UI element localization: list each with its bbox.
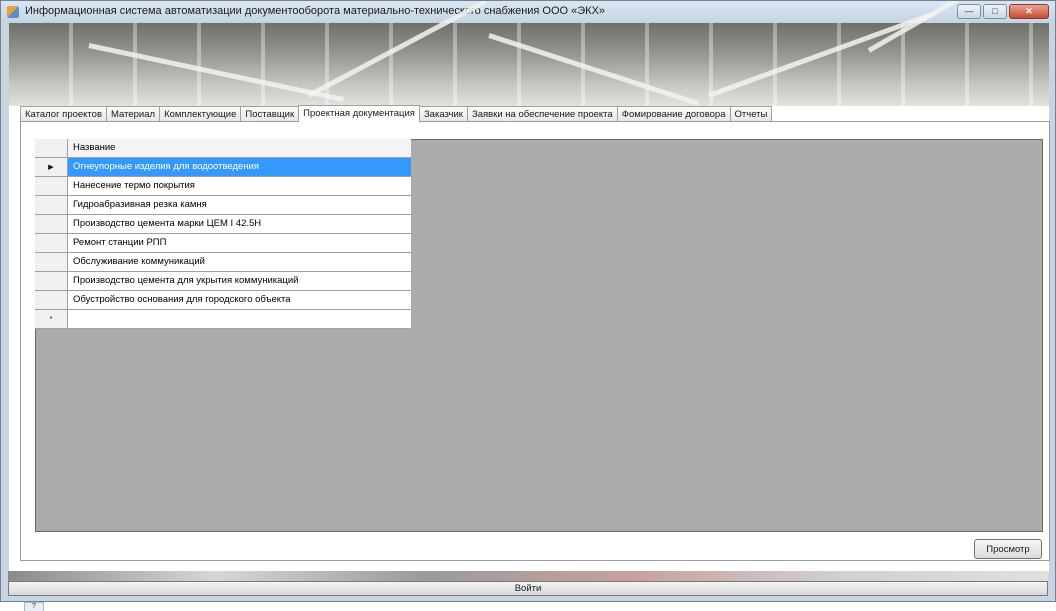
cell-name[interactable]: Производство цемента для укрытия коммуни… xyxy=(68,272,411,290)
table-row[interactable]: Ремонт станции РПП xyxy=(35,234,411,253)
cell-name[interactable]: Ремонт станции РПП xyxy=(68,234,411,252)
table-row[interactable]: Обустройство основания для городского об… xyxy=(35,291,411,310)
table-row[interactable]: Производство цемента для укрытия коммуни… xyxy=(35,272,411,291)
row-header-cell[interactable] xyxy=(35,272,68,290)
cell-name[interactable]: Производство цемента марки ЦЕМ I 42.5Н xyxy=(68,215,411,233)
tab-3[interactable]: Поставщик xyxy=(240,106,300,121)
tab-8[interactable]: Отчеты xyxy=(729,106,773,121)
tab-7[interactable]: Фомирование договора xyxy=(616,106,731,121)
cell-name[interactable]: Нанесение термо покрытия xyxy=(68,177,411,195)
table-row[interactable]: Производство цемента марки ЦЕМ I 42.5Н xyxy=(35,215,411,234)
tab-5[interactable]: Заказчик xyxy=(418,106,468,121)
maximize-button[interactable]: □ xyxy=(983,4,1007,19)
column-header-name[interactable]: Название xyxy=(68,139,411,157)
row-header-cell[interactable] xyxy=(35,215,68,233)
maximize-icon: □ xyxy=(992,6,998,16)
view-button[interactable]: Просмотр xyxy=(974,539,1042,559)
close-icon: ✕ xyxy=(1025,6,1033,16)
cell-name[interactable]: Гидроабразивная резка камня xyxy=(68,196,411,214)
tab-6[interactable]: Заявки на обеспечение проекта xyxy=(466,106,618,121)
close-button[interactable]: ✕ xyxy=(1009,4,1049,19)
footer-banner-image xyxy=(8,571,1048,581)
cell-name[interactable]: Обслуживание коммуникаций xyxy=(68,253,411,271)
row-header-cell[interactable] xyxy=(35,234,68,252)
row-header-cell[interactable]: * xyxy=(35,310,68,328)
tab-1[interactable]: Материал xyxy=(106,106,161,121)
cell-name[interactable] xyxy=(68,310,411,328)
row-header-cell[interactable] xyxy=(35,253,68,271)
current-row-arrow-icon: ▶ xyxy=(48,164,54,171)
row-header-cell[interactable]: ▶ xyxy=(35,158,68,176)
main-tabs: Каталог проектов Материал Комплектующие Пос… xyxy=(20,105,773,122)
cell-name[interactable]: Обустройство основания для городского об… xyxy=(68,291,411,309)
row-header-cell[interactable] xyxy=(35,291,68,309)
tab-0[interactable]: Каталог проектов xyxy=(20,106,108,121)
table-row[interactable]: Нанесение термо покрытия xyxy=(35,177,411,196)
table-row[interactable]: Обслуживание коммуникаций xyxy=(35,253,411,272)
project-docs-grid[interactable]: Название ▶ Огнеупорные изделия для водоот… xyxy=(35,139,411,329)
tab-4[interactable]: Проектная документация xyxy=(298,105,420,122)
new-row-asterisk-icon: * xyxy=(49,315,53,323)
header-banner-image xyxy=(9,1,1049,106)
title-bar[interactable]: Информационная система автоматизации док… xyxy=(1,1,1055,23)
login-button[interactable]: Войти xyxy=(8,581,1048,596)
cell-name[interactable]: Огнеупорные изделия для водоотведения xyxy=(68,158,411,176)
grid-corner-cell[interactable] xyxy=(35,139,68,157)
minimize-button[interactable]: — xyxy=(957,4,981,19)
row-header-cell[interactable] xyxy=(35,177,68,195)
row-header-cell[interactable] xyxy=(35,196,68,214)
app-icon xyxy=(7,6,19,18)
minimize-icon: — xyxy=(964,6,974,16)
tab-2[interactable]: Комплектующие xyxy=(159,106,242,121)
window-controls: — □ ✕ xyxy=(957,4,1049,19)
window-title: Информационная система автоматизации док… xyxy=(25,5,606,17)
table-row[interactable]: Гидроабразивная резка камня xyxy=(35,196,411,215)
grid-header-row: Название xyxy=(35,139,411,158)
new-row[interactable]: * xyxy=(35,310,411,329)
table-row[interactable]: ▶ Огнеупорные изделия для водоотведения xyxy=(35,158,411,177)
